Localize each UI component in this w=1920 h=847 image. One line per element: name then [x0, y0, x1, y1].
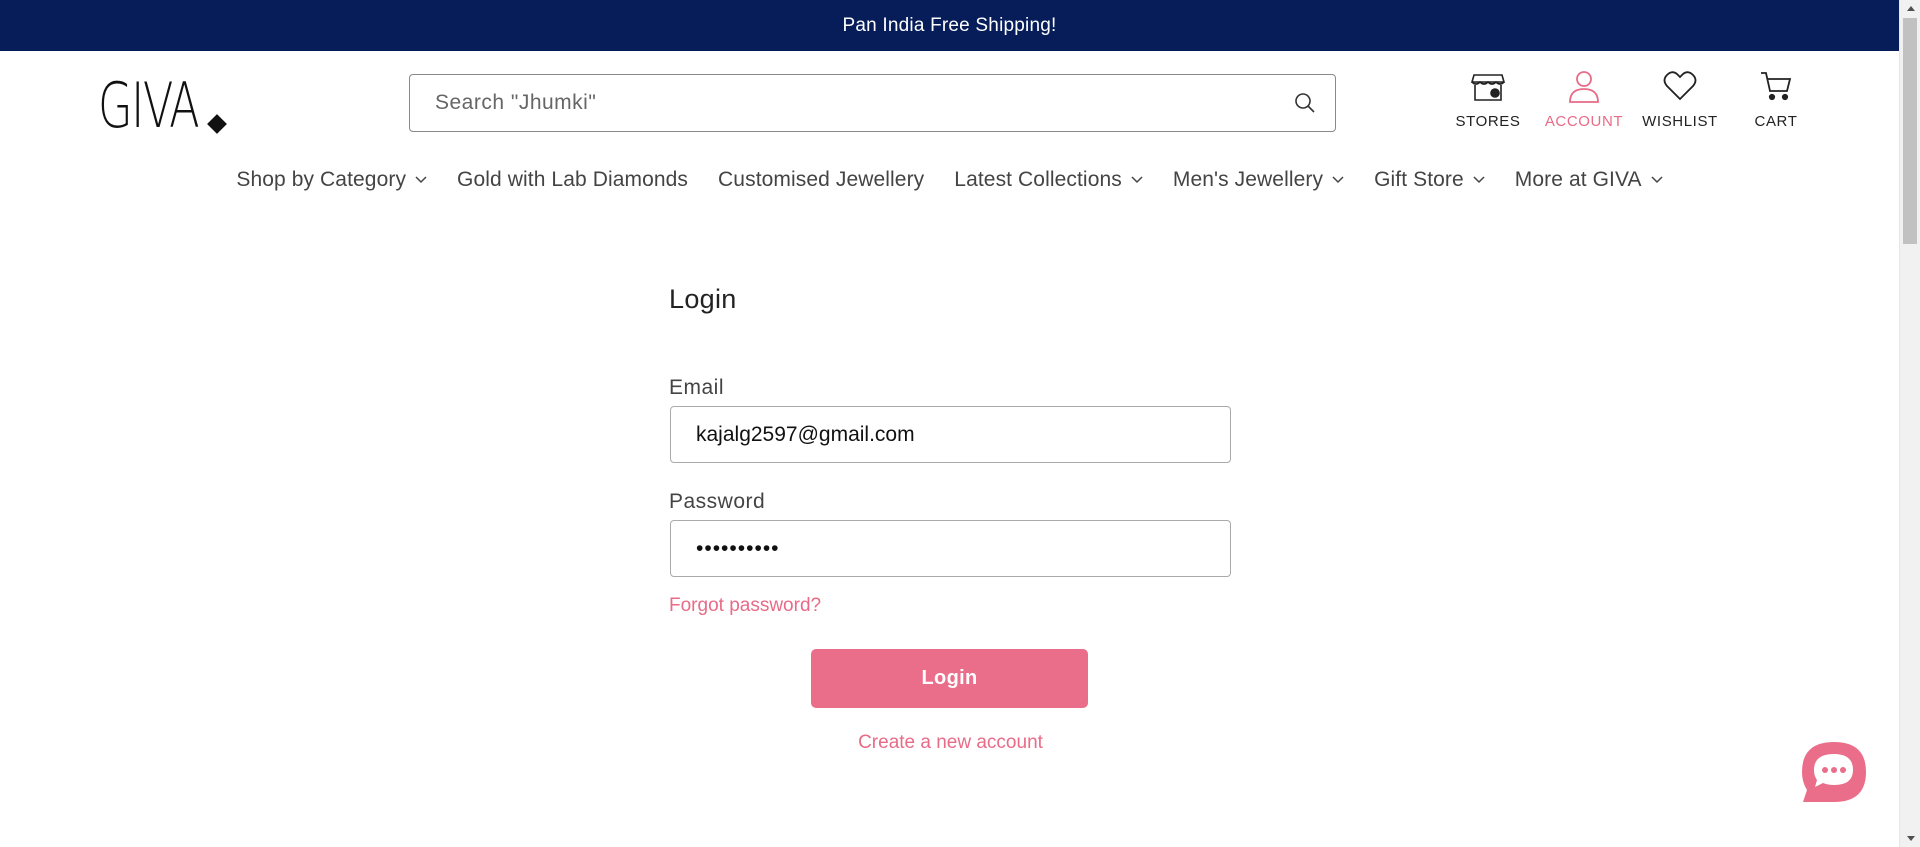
search-input[interactable] [410, 75, 1275, 131]
nav-latest-collections[interactable]: Latest Collections [939, 168, 1158, 192]
account-link[interactable]: ACCOUNT [1536, 63, 1632, 130]
password-field[interactable] [671, 521, 1230, 576]
nav-mens-jewellery[interactable]: Men's Jewellery [1158, 168, 1359, 192]
cart-icon [1759, 63, 1793, 109]
nav-item-label: More at GIVA [1514, 168, 1642, 191]
nav-gold-lab-diamonds[interactable]: Gold with Lab Diamonds [442, 168, 703, 192]
scrollbar-thumb[interactable] [1903, 18, 1917, 244]
nav-shop-by-category[interactable]: Shop by Category [221, 168, 442, 192]
header-icon-bar: STORES ACCOUNT WISHLIST CART [1440, 63, 1824, 130]
nav-customised-jewellery[interactable]: Customised Jewellery [703, 168, 939, 192]
main-nav: Shop by Category Gold with Lab Diamonds … [0, 160, 1899, 200]
forgot-password-link[interactable]: Forgot password? [669, 595, 821, 617]
create-account-link[interactable]: Create a new account [669, 732, 1232, 754]
chevron-down-icon [1332, 176, 1344, 184]
nav-item-label: Men's Jewellery [1172, 168, 1324, 191]
announcement-text: Pan India Free Shipping! [842, 14, 1057, 36]
nav-item-label: Gold with Lab Diamonds [457, 168, 689, 191]
chevron-down-icon [1473, 176, 1485, 184]
chat-icon [1802, 742, 1866, 802]
password-label: Password [669, 490, 766, 513]
nav-item-label: Gift Store [1374, 168, 1464, 191]
login-form: Login Email Password Forgot password? Lo… [669, 284, 1232, 753]
giva-logo[interactable]: GIVA [98, 69, 227, 142]
account-label: ACCOUNT [1544, 113, 1624, 130]
search-icon[interactable] [1275, 75, 1335, 131]
scroll-down-arrow-icon[interactable] [1900, 830, 1920, 847]
store-icon [1470, 63, 1506, 109]
email-field-wrapper [670, 406, 1231, 463]
cart-label: CART [1754, 113, 1798, 130]
logo-diamond-icon [207, 114, 227, 134]
chevron-down-icon [415, 176, 427, 184]
email-field[interactable] [671, 407, 1230, 462]
heart-icon [1663, 63, 1697, 109]
nav-item-label: Latest Collections [954, 168, 1122, 191]
nav-item-label: Shop by Category [236, 168, 407, 191]
wishlist-link[interactable]: WISHLIST [1632, 63, 1728, 130]
wishlist-label: WISHLIST [1642, 113, 1718, 130]
page-title: Login [669, 284, 737, 314]
chat-widget-button[interactable] [1801, 740, 1868, 805]
stores-link[interactable]: STORES [1440, 63, 1536, 130]
login-button[interactable]: Login [811, 649, 1088, 708]
logo-text: GIVA [98, 69, 200, 142]
nav-item-label: Customised Jewellery [718, 168, 925, 191]
stores-label: STORES [1455, 113, 1521, 130]
email-label: Email [669, 376, 725, 399]
nav-more-at-giva[interactable]: More at GIVA [1500, 168, 1678, 192]
scroll-up-arrow-icon[interactable] [1900, 0, 1920, 17]
chevron-down-icon [1651, 176, 1663, 184]
page-scrollbar[interactable] [1899, 0, 1920, 847]
search-box [409, 74, 1336, 132]
chevron-down-icon [1131, 176, 1143, 184]
site-header: GIVA STORES [0, 51, 1899, 151]
user-icon [1567, 63, 1601, 109]
cart-link[interactable]: CART [1728, 63, 1824, 130]
nav-gift-store[interactable]: Gift Store [1359, 168, 1500, 192]
announcement-bar: Pan India Free Shipping! [0, 0, 1899, 51]
password-field-wrapper [670, 520, 1231, 577]
